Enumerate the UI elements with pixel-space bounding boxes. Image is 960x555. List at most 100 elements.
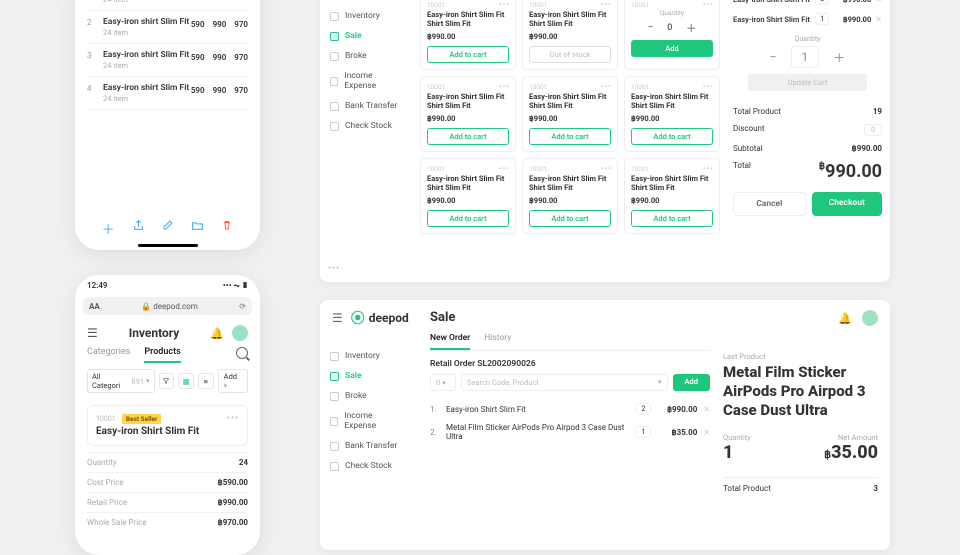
avatar[interactable] [862,310,878,326]
product-card: 10001••• Easy-iron Shirt Slim Fit Shirt … [624,158,720,234]
sidebar-item-sale[interactable]: Sale [320,26,410,46]
add-to-cart-button[interactable]: Add to cart [427,128,509,145]
page-title: Inventory [129,326,180,340]
qty-minus[interactable]: − [770,50,777,64]
sidebar-item-income-expense[interactable]: Income Expense [320,406,410,436]
menu-icon[interactable]: ☰ [87,326,98,340]
sidebar-item-broke[interactable]: Broke [320,386,410,406]
product-card: 10001••• Easy-iron Shirt Slim Fit Shirt … [420,0,516,70]
sidebar-item-check-stock[interactable]: Check Stock [320,456,410,476]
summary-panel: Last Product Metal Film Sticker AirPods … [723,352,878,493]
sidebar-item-bank-transfer[interactable]: Bank Transfer [320,96,410,116]
add-to-cart-button[interactable]: Add to cart [529,128,611,145]
sidebar-item-check-stock[interactable]: Check Stock [320,116,410,136]
product-card: 10001••• Easy-iron Shirt Slim Fit Shirt … [522,0,618,70]
detail-row: Quantity24 [87,452,248,472]
edit-icon[interactable] [162,219,174,238]
product-card: 10001••• Quantity−0＋Add [624,0,720,70]
sidebar: InventorySaleBrokeIncome ExpenseBank Tra… [320,340,410,482]
more-icon[interactable]: ••• [703,164,714,173]
more-icon[interactable]: ••• [227,414,239,424]
sidebar-item-broke[interactable]: Broke [320,46,410,66]
tab-new-order[interactable]: New Order [430,333,470,350]
product-card: 10001••• Easy-iron Shirt Slim Fit Shirt … [522,158,618,234]
last-product-name: Metal Film Sticker AirPods Pro Airpod 3 … [723,363,878,419]
list-view-icon[interactable]: ≡ [198,373,214,389]
product-card: 10001••• Easy-iron Shirt Slim Fit Shirt … [624,76,720,152]
folder-icon[interactable] [191,219,204,238]
add-button[interactable]: Add ▾ [218,369,248,393]
remove-icon[interactable]: ✕ [875,15,882,24]
cart-item: Easy-iron Shirt Slim Fit1฿990.00✕ [733,9,882,29]
update-cart-button[interactable]: Update Cart [748,74,867,91]
more-icon[interactable]: ••• [703,0,714,9]
more-icon[interactable]: ••• [601,164,612,173]
more-icon[interactable]: ••• [703,82,714,91]
product-card: 10001••• Easy-iron Shirt Slim Fit Shirt … [420,76,516,152]
list-item[interactable]: 3 Easy-iron shirt Slim Fit24 item 590990… [87,44,248,77]
add-item-button[interactable]: Add [673,374,710,391]
avatar[interactable] [232,325,248,341]
list-item[interactable]: 4 Easy-iron shirt Slim Fit24 item 590990… [87,77,248,110]
sidebar-item-inventory[interactable]: Inventory [320,6,410,26]
menu-icon[interactable]: ☰ [332,311,343,325]
qty-minus[interactable]: − [648,22,654,33]
more-icon[interactable]: ••• [328,264,340,274]
phone-toolbar: ＋ [75,209,260,242]
brand-logo: ⦿deepod [351,308,409,328]
product-search[interactable]: Search Code, Product ▾ [461,374,668,391]
bell-icon[interactable]: 🔔 [838,312,852,325]
add-to-cart-button[interactable]: Add to cart [427,46,509,63]
add-to-cart-button[interactable]: Add to cart [529,210,611,227]
remove-icon[interactable]: ✕ [703,428,710,437]
category-select[interactable]: All Categori 891▾ [87,369,155,393]
search-icon[interactable] [236,347,248,359]
more-icon[interactable]: ••• [601,0,612,9]
order-id: Retail Order SL2002090026 [430,359,710,369]
bell-icon[interactable]: 🔔 [210,327,224,340]
tab-categories[interactable]: Categories [87,347,130,363]
signal-icons: ••• ⏦ ▮ [223,281,248,291]
add-icon[interactable]: ＋ [102,219,115,238]
pos-panel: InventorySaleBrokeIncome ExpenseBank Tra… [320,0,890,282]
discount-input[interactable]: 0 [864,124,882,136]
sidebar-item-income-expense[interactable]: Income Expense [320,66,410,96]
text-size-icon[interactable]: AA [89,302,100,311]
add-to-cart-button[interactable]: Add to cart [427,210,509,227]
qty-input[interactable]: 0 ▾ [430,374,456,391]
tab-history[interactable]: History [484,333,511,350]
more-icon[interactable]: ••• [499,164,510,173]
qty-value[interactable]: 1 [791,46,820,68]
sidebar-item-inventory[interactable]: Inventory [320,346,410,366]
qty-plus[interactable]: ＋ [833,49,845,66]
list-item[interactable]: 2 Easy-iron shirt Slim Fit24 item 590990… [87,11,248,44]
share-icon[interactable] [132,219,145,238]
more-icon[interactable]: ••• [499,0,510,9]
best-seller-badge: Best Seller [122,414,161,424]
add-to-cart-button[interactable]: Add to cart [631,128,713,145]
delete-icon[interactable] [221,219,233,238]
list-item[interactable]: 1 Easy-iron shirt Slim Fit24 item 590990… [87,0,248,11]
tab-products[interactable]: Products [144,347,180,363]
more-icon[interactable]: ••• [601,82,612,91]
more-icon[interactable]: ••• [499,82,510,91]
remove-icon[interactable]: ✕ [703,405,710,414]
product-card[interactable]: 10001 Best Seller ••• Easy-iron Shirt Sl… [87,405,248,446]
cart-item: Easy-iron Shirt Slim Fit2฿990.00✕ [733,0,882,9]
grid-view-icon[interactable]: ▦ [178,373,194,389]
reload-icon[interactable]: ⟳ [239,302,246,311]
phone-inventory-detail: 12:49 ••• ⏦ ▮ AA 🔒 deepod.com ⟳ ☰ Invent… [75,275,260,555]
tabs: Categories Products [75,347,260,363]
out-of-stock: Out of stock [529,46,611,63]
sidebar-item-sale[interactable]: Sale [320,366,410,386]
product-card: 10001••• Easy-iron Shirt Slim Fit Shirt … [522,76,618,152]
add-to-cart-button[interactable]: Add to cart [631,210,713,227]
checkout-button[interactable]: Checkout [812,192,883,216]
cancel-button[interactable]: Cancel [733,192,806,216]
sidebar-item-bank-transfer[interactable]: Bank Transfer [320,436,410,456]
remove-icon[interactable]: ✕ [875,0,882,4]
qty-plus[interactable]: ＋ [686,20,696,35]
url-bar[interactable]: AA 🔒 deepod.com ⟳ [83,297,252,315]
filter-icon[interactable] [159,373,175,389]
add-button[interactable]: Add [631,40,713,57]
